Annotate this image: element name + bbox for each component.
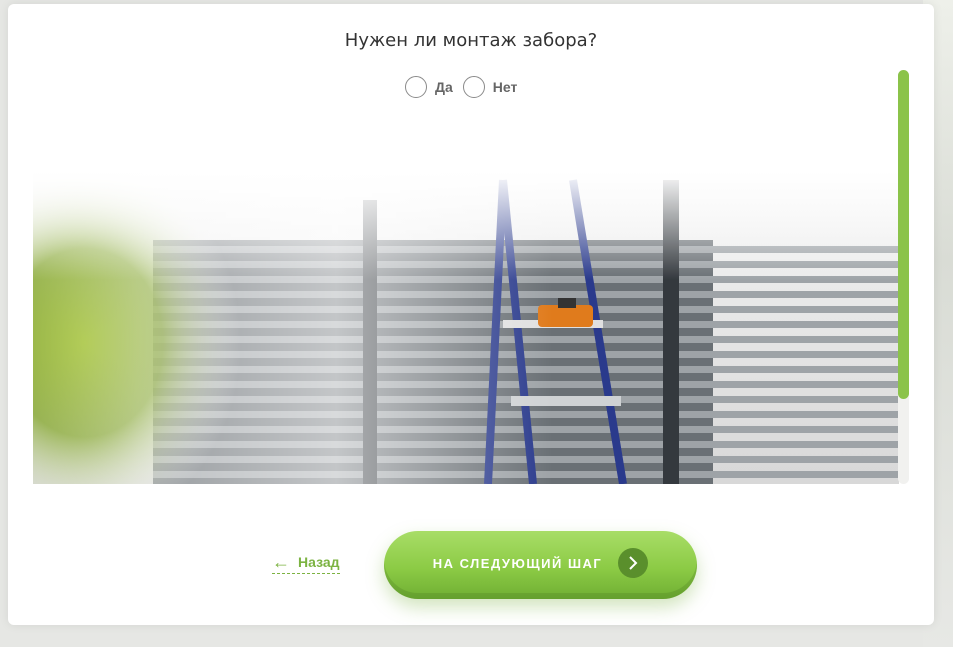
question-title: Нужен ли монтаж забора? — [344, 30, 598, 51]
fence-photo — [33, 170, 899, 484]
chevron-right-icon — [618, 548, 649, 578]
back-link[interactable]: ← Назад — [272, 552, 340, 574]
scrollbar-track[interactable] — [898, 70, 909, 484]
back-label: Назад — [298, 554, 340, 570]
fence-illustration — [33, 170, 899, 484]
scrollbar-thumb[interactable] — [898, 70, 909, 399]
arrow-left-icon: ← — [272, 552, 290, 572]
next-step-button[interactable]: НА СЛЕДУЮЩИЙ ШАГ — [384, 531, 697, 599]
quiz-card: Нужен ли монтаж забора? Да Нет ← Назад Н… — [8, 4, 934, 625]
option-image-area — [33, 70, 899, 484]
next-step-label: НА СЛЕДУЮЩИЙ ШАГ — [432, 555, 603, 571]
